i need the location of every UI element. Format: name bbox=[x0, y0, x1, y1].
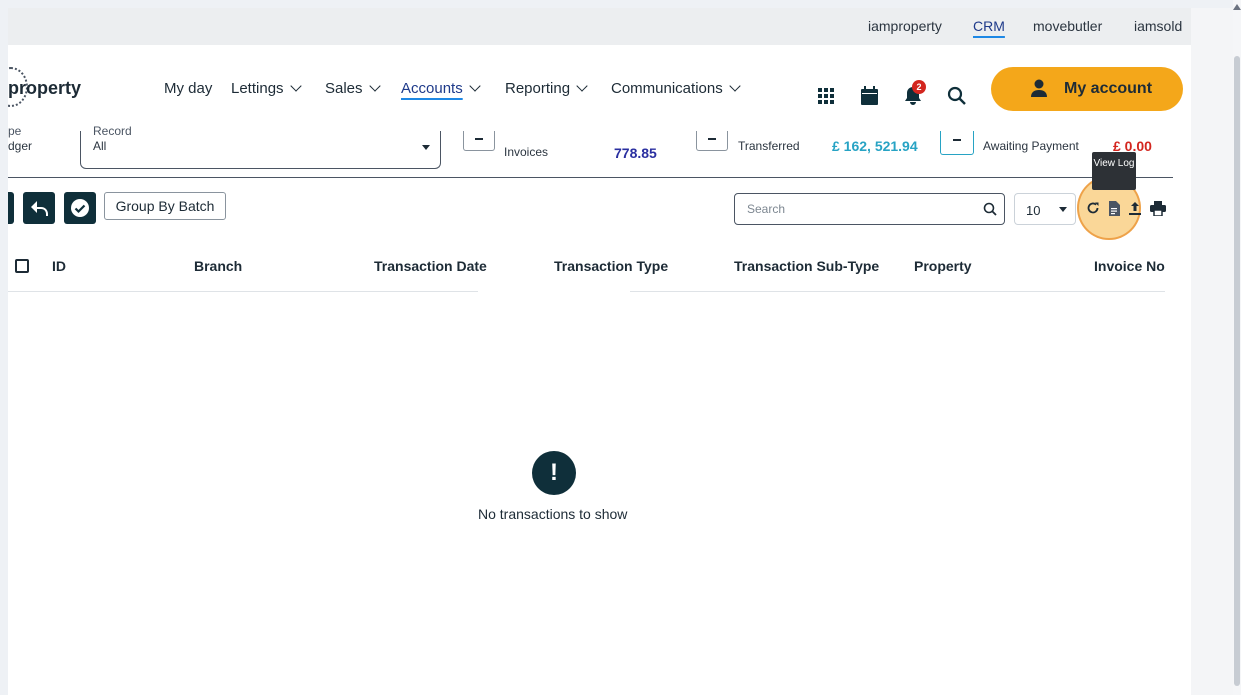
search-input[interactable] bbox=[734, 193, 1005, 225]
column-header-branch[interactable]: Branch bbox=[194, 258, 242, 274]
chevron-down-icon bbox=[576, 80, 588, 92]
chevron-down-icon bbox=[469, 80, 481, 92]
filter-icon bbox=[475, 138, 483, 140]
page-size-value: 10 bbox=[1026, 203, 1041, 218]
summary-bar: pe dger Record All Invoices 778.85 Trans… bbox=[8, 124, 1191, 179]
filter-icon bbox=[708, 138, 716, 140]
column-header-transaction-date[interactable]: Transaction Date bbox=[374, 258, 487, 274]
column-header-invoice-no[interactable]: Invoice No bbox=[1094, 258, 1165, 274]
logo[interactable]: property bbox=[8, 78, 81, 99]
record-label: Record bbox=[93, 124, 132, 138]
nav-sales[interactable]: Sales bbox=[325, 80, 381, 97]
check-circle-icon bbox=[70, 198, 90, 223]
chevron-down-icon bbox=[289, 80, 302, 92]
top-link-iamsold[interactable]: iamsold bbox=[1134, 18, 1182, 34]
calendar-icon[interactable] bbox=[861, 86, 878, 110]
scroll-up-icon[interactable] bbox=[1233, 4, 1241, 10]
view-log-tooltip: View Log bbox=[1092, 152, 1136, 190]
chevron-down-icon bbox=[368, 80, 381, 92]
undo-icon bbox=[29, 199, 49, 222]
filter-icon bbox=[953, 139, 961, 141]
my-account-button[interactable]: My account bbox=[991, 67, 1183, 111]
nav-reporting[interactable]: Reporting bbox=[505, 80, 588, 97]
column-header-id[interactable]: ID bbox=[52, 258, 66, 274]
empty-state-message: No transactions to show bbox=[478, 506, 628, 522]
column-header-property[interactable]: Property bbox=[914, 258, 972, 274]
summary-divider bbox=[8, 177, 1173, 178]
nav-sales-label: Sales bbox=[325, 80, 363, 97]
transferred-filter-button[interactable] bbox=[696, 131, 728, 151]
table-header-divider-gap bbox=[478, 291, 630, 293]
nav-accounts-label: Accounts bbox=[401, 80, 463, 97]
nav-my-day-label: My day bbox=[164, 80, 213, 97]
nav-my-day[interactable]: My day bbox=[164, 80, 212, 97]
transferred-label: Transferred bbox=[738, 139, 800, 153]
record-select[interactable]: Record All bbox=[80, 124, 441, 169]
record-value: All bbox=[93, 139, 107, 153]
user-icon bbox=[1031, 79, 1047, 102]
undo-button[interactable] bbox=[23, 192, 55, 224]
search-icon[interactable] bbox=[947, 86, 966, 110]
alert-icon: ! bbox=[532, 451, 576, 495]
nav-accounts[interactable]: Accounts bbox=[401, 80, 481, 97]
select-all-checkbox[interactable] bbox=[15, 259, 29, 273]
transferred-amount: £ 162, 521.94 bbox=[832, 138, 918, 154]
group-by-batch-button[interactable]: Group By Batch bbox=[104, 192, 226, 220]
notification-badge: 2 bbox=[912, 80, 926, 94]
top-link-iamproperty[interactable]: iamproperty bbox=[868, 18, 942, 34]
awaiting-filter-button[interactable] bbox=[940, 131, 974, 155]
top-links-bar: iamproperty CRM movebutler iamsold bbox=[8, 8, 1233, 45]
print-icon[interactable] bbox=[1150, 201, 1166, 221]
awaiting-label: Awaiting Payment bbox=[983, 139, 1079, 153]
top-link-crm[interactable]: CRM bbox=[973, 18, 1005, 34]
column-header-transaction-type[interactable]: Transaction Type bbox=[554, 258, 668, 274]
caret-down-icon bbox=[422, 145, 430, 150]
main-navigation: property My day Lettings Sales Accounts … bbox=[8, 45, 1233, 131]
search-icon[interactable] bbox=[983, 202, 997, 221]
document-icon[interactable] bbox=[1108, 201, 1120, 221]
toolbar-button-partial[interactable] bbox=[8, 192, 14, 224]
approve-button[interactable] bbox=[64, 192, 96, 224]
right-gutter bbox=[1191, 8, 1233, 695]
nav-communications-label: Communications bbox=[611, 80, 723, 97]
type-value: dger bbox=[8, 139, 33, 153]
upload-icon[interactable] bbox=[1128, 201, 1142, 221]
vertical-scrollbar[interactable] bbox=[1233, 0, 1241, 695]
nav-lettings[interactable]: Lettings bbox=[231, 80, 302, 97]
chevron-down-icon bbox=[729, 80, 741, 92]
type-label: pe bbox=[8, 124, 22, 138]
grid-icon[interactable] bbox=[818, 88, 834, 109]
invoices-filter-button[interactable] bbox=[463, 131, 495, 151]
my-account-label: My account bbox=[1064, 80, 1153, 97]
column-header-transaction-sub-type[interactable]: Transaction Sub-Type bbox=[734, 258, 879, 274]
invoices-label: Invoices bbox=[504, 145, 549, 159]
nav-communications[interactable]: Communications bbox=[611, 80, 741, 97]
nav-lettings-label: Lettings bbox=[231, 80, 284, 97]
refresh-icon[interactable] bbox=[1086, 201, 1100, 220]
app-frame: iamproperty CRM movebutler iamsold prope… bbox=[8, 8, 1233, 695]
scrollbar-thumb[interactable] bbox=[1234, 56, 1240, 686]
caret-down-icon bbox=[1059, 207, 1067, 212]
top-link-movebutler[interactable]: movebutler bbox=[1033, 18, 1102, 34]
nav-reporting-label: Reporting bbox=[505, 80, 571, 97]
page-size-select[interactable]: 10 bbox=[1014, 193, 1076, 225]
invoices-amount: 778.85 bbox=[614, 145, 657, 161]
